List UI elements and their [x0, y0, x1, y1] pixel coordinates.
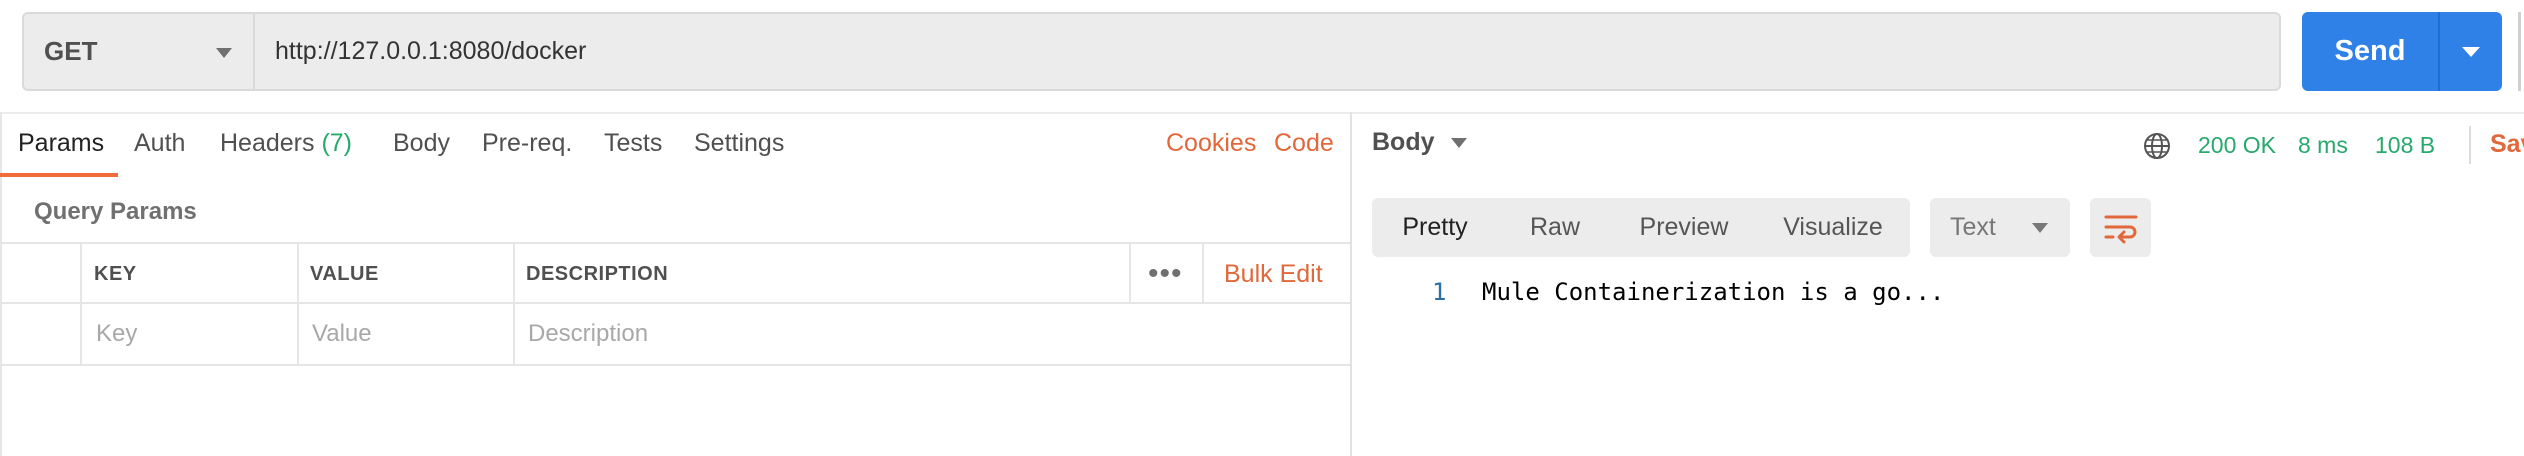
table-header-row: KEY VALUE DESCRIPTION ••• Bulk Edit — [0, 242, 1350, 304]
column-divider — [80, 244, 82, 304]
param-description-input[interactable]: Description — [528, 304, 1328, 364]
response-view-tabs: Pretty Raw Preview Visualize — [1372, 198, 1910, 257]
divider — [2469, 126, 2471, 164]
line-number: 1 — [1432, 278, 1447, 306]
column-divider — [1129, 244, 1131, 304]
response-size[interactable]: 108 B — [2375, 132, 2435, 159]
bulk-edit-link[interactable]: Bulk Edit — [1224, 244, 1323, 304]
url-value: http://127.0.0.1:8080/docker — [275, 37, 587, 65]
tab-auth[interactable]: Auth — [134, 129, 185, 158]
caret-down-icon — [2462, 46, 2480, 57]
headers-count-badge: (7) — [321, 129, 353, 157]
caret-down-icon — [2032, 223, 2048, 233]
response-body-label: Body — [1372, 128, 1435, 156]
column-divider — [297, 304, 299, 364]
column-header-value: VALUE — [310, 262, 379, 285]
caret-down-icon — [1450, 138, 1467, 149]
status-code[interactable]: 200 OK — [2198, 132, 2276, 159]
format-value: Text — [1950, 213, 1996, 241]
send-options-button[interactable] — [2440, 12, 2502, 91]
edge-divider — [2518, 12, 2521, 91]
send-button[interactable]: Send — [2302, 12, 2438, 91]
method-value: GET — [44, 36, 98, 66]
table-row: Key Value Description — [0, 304, 1350, 366]
param-value-input[interactable]: Value — [312, 304, 507, 364]
pane-divider[interactable] — [1350, 112, 1352, 456]
tab-headers-label: Headers — [220, 129, 315, 157]
method-select[interactable]: GET — [22, 12, 254, 91]
view-tab-preview[interactable]: Preview — [1612, 198, 1756, 257]
request-bar: GET http://127.0.0.1:8080/docker Send — [0, 0, 2524, 112]
send-button-group: Send — [2302, 12, 2502, 91]
column-divider — [513, 304, 515, 364]
view-tab-pretty[interactable]: Pretty — [1372, 198, 1498, 257]
save-response-button[interactable]: Save — [2490, 130, 2524, 159]
request-tabs: Params Auth Headers (7) Body Pre-req. Te… — [0, 114, 1350, 178]
tab-body[interactable]: Body — [393, 129, 450, 158]
format-select[interactable]: Text — [1930, 198, 2070, 257]
url-input[interactable]: http://127.0.0.1:8080/docker — [253, 12, 2281, 91]
active-tab-indicator — [0, 173, 118, 177]
response-body-dropdown[interactable]: Body — [1372, 128, 1467, 157]
globe-icon[interactable] — [2142, 131, 2172, 161]
param-key-input[interactable]: Key — [96, 304, 291, 364]
cookies-link[interactable]: Cookies — [1166, 129, 1256, 158]
wrap-lines-button[interactable] — [2090, 198, 2151, 257]
column-divider — [297, 244, 299, 304]
view-tab-visualize[interactable]: Visualize — [1756, 198, 1910, 257]
more-options-icon[interactable]: ••• — [1148, 244, 1183, 304]
code-link[interactable]: Code — [1274, 129, 1334, 158]
tab-prereq[interactable]: Pre-req. — [482, 129, 572, 158]
tab-params[interactable]: Params — [18, 129, 104, 158]
column-header-description: DESCRIPTION — [526, 262, 669, 285]
line-text: Mule Containerization is a go... — [1482, 278, 1945, 306]
response-time[interactable]: 8 ms — [2298, 132, 2348, 159]
tab-headers[interactable]: Headers (7) — [220, 129, 352, 158]
caret-down-icon — [216, 48, 232, 58]
query-params-title: Query Params — [34, 198, 197, 225]
column-divider — [80, 304, 82, 364]
wrap-lines-icon — [2104, 215, 2137, 243]
view-tab-raw[interactable]: Raw — [1498, 198, 1612, 257]
tab-tests[interactable]: Tests — [604, 129, 662, 158]
tab-settings[interactable]: Settings — [694, 129, 784, 158]
column-divider — [1202, 244, 1204, 304]
column-divider — [513, 244, 515, 304]
column-header-key: KEY — [94, 262, 137, 285]
